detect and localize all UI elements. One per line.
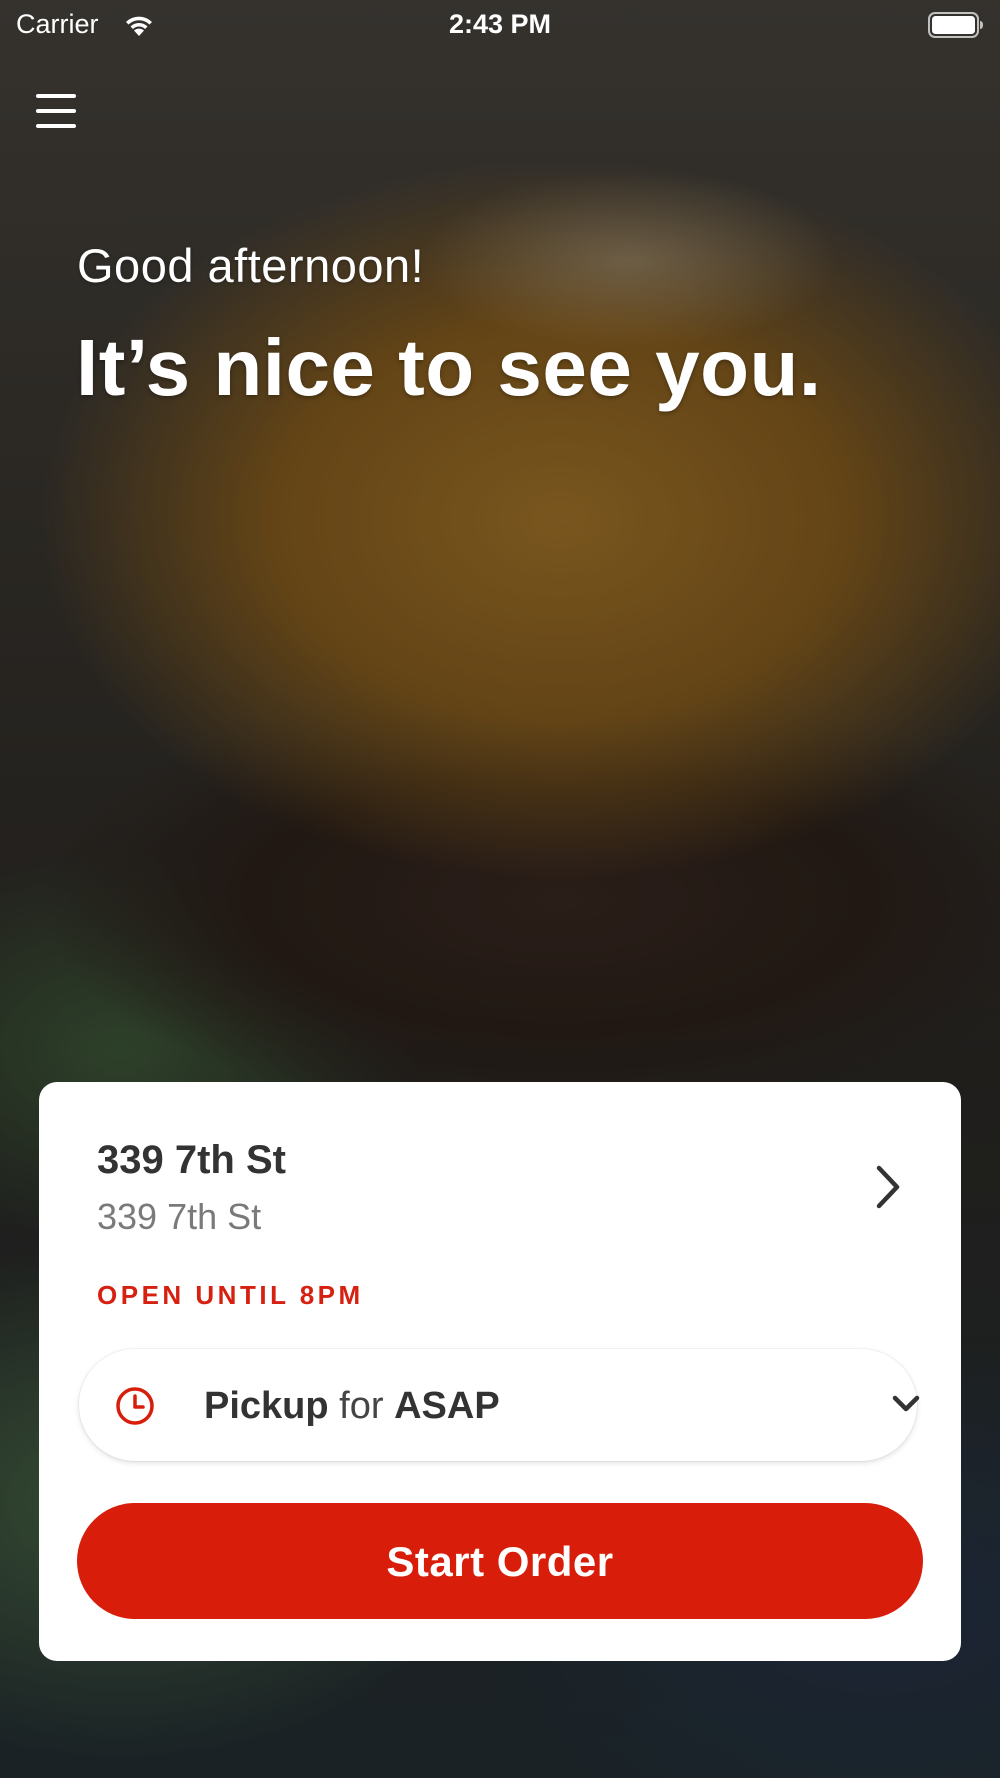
- greeting-text: Good afternoon!: [77, 239, 425, 292]
- menu-line: [36, 109, 76, 113]
- location-address: 339 7th St: [97, 1196, 262, 1237]
- hours-status: OPEN UNTIL 8PM: [97, 1280, 364, 1310]
- status-bar: Carrier 2:43 PM: [0, 0, 1000, 50]
- location-name[interactable]: 339 7th St: [97, 1138, 286, 1183]
- chevron-down-icon: [892, 1395, 920, 1412]
- chevron-right-icon[interactable]: [869, 1160, 907, 1214]
- order-mode-time: ASAP: [394, 1385, 500, 1427]
- welcome-headline: It’s nice to see you.: [76, 323, 822, 412]
- start-order-button[interactable]: Start Order: [77, 1503, 923, 1619]
- clock-icon: [116, 1387, 154, 1425]
- status-time: 2:43 PM: [448, 9, 552, 39]
- battery-icon: [928, 12, 983, 38]
- hamburger-menu-icon[interactable]: [36, 92, 78, 130]
- order-mode-type: Pickup: [204, 1385, 329, 1427]
- location-card: 339 7th St 339 7th St OPEN UNTIL 8PM Pic…: [39, 1082, 961, 1661]
- menu-line: [36, 94, 76, 98]
- menu-line: [36, 124, 76, 128]
- order-mode-connector: for: [339, 1385, 384, 1427]
- order-mode-text: Pickup for ASAP: [204, 1385, 500, 1428]
- order-mode-select[interactable]: Pickup for ASAP: [79, 1349, 920, 1461]
